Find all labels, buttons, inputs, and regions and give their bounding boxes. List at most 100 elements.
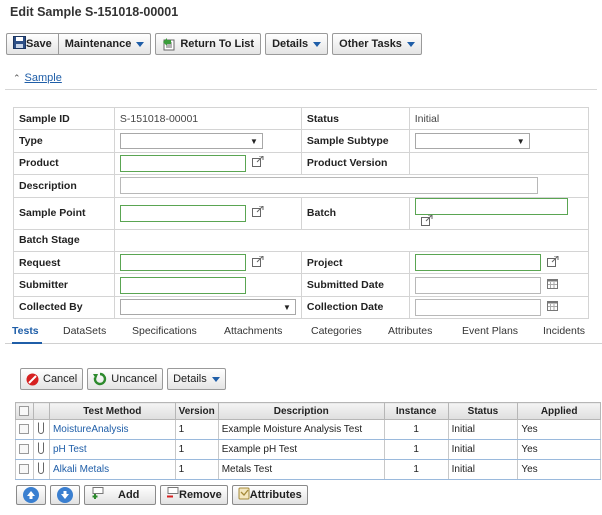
table-row[interactable]: MoistureAnalysis 1 Example Moisture Anal…: [15, 419, 601, 440]
sample-id-value: S-151018-00001: [113, 106, 302, 131]
column-header[interactable]: Version: [174, 402, 219, 420]
sample-form: Sample ID S-151018-00001 Status Initial …: [13, 106, 590, 320]
details-label: Details: [272, 38, 309, 50]
cancel-label: Cancel: [43, 373, 78, 385]
tab-incidents[interactable]: Incidents: [543, 325, 585, 337]
tests-details-dropdown[interactable]: Details: [167, 368, 226, 390]
return-to-list-button[interactable]: Return To List: [155, 33, 262, 55]
tab-datasets[interactable]: DataSets: [63, 325, 106, 337]
collection-date-input[interactable]: [414, 298, 541, 316]
return-to-list-label: Return To List: [180, 38, 255, 50]
sample-section-toggle[interactable]: ⌃ Sample: [13, 72, 62, 84]
page-title: Edit Sample S-151018-00001: [10, 5, 179, 19]
collected-by-label: Collected By: [13, 295, 115, 320]
uncancel-button[interactable]: Uncancel: [87, 368, 164, 390]
tab-attachments[interactable]: Attachments: [224, 325, 282, 337]
batch-stage-value: [113, 228, 590, 252]
move-down-button[interactable]: [50, 485, 80, 505]
submitted-date-input[interactable]: [414, 276, 541, 294]
open-link-icon[interactable]: [546, 255, 559, 270]
tests-toolbar: Cancel Uncancel Details: [20, 368, 226, 390]
submitted-date-label: Submitted Date: [300, 273, 410, 297]
row-checkbox[interactable]: [19, 424, 30, 435]
return-list-icon: [162, 37, 176, 51]
test-method-link[interactable]: pH Test: [48, 439, 176, 460]
row-icon-cell: [32, 419, 50, 440]
test-method-link[interactable]: Alkali Metals: [48, 459, 176, 480]
cancel-button[interactable]: Cancel: [20, 368, 84, 390]
tests-details-label: Details: [173, 373, 207, 385]
project-label: Project: [300, 250, 410, 275]
test-method-link[interactable]: MoistureAnalysis: [48, 419, 176, 440]
table-row[interactable]: Alkali Metals 1 Metals Test 1 Initial Ye…: [15, 459, 601, 480]
chevron-down-icon: ▼: [282, 302, 291, 312]
tab-tests[interactable]: Tests: [12, 325, 39, 337]
tab-specifications[interactable]: Specifications: [132, 325, 197, 337]
batch-label: Batch: [300, 196, 410, 230]
request-label: Request: [13, 250, 115, 275]
sample-point-input[interactable]: [119, 204, 246, 222]
other-tasks-label: Other Tasks: [339, 38, 402, 50]
description-input[interactable]: [119, 177, 538, 195]
open-link-icon[interactable]: [251, 205, 264, 220]
save-button[interactable]: Save: [7, 34, 58, 54]
chevron-down-icon: [406, 41, 415, 47]
sample-section-header: ⌃ Sample: [5, 66, 597, 90]
row-checkbox[interactable]: [19, 444, 30, 455]
calendar-icon[interactable]: [546, 278, 558, 292]
sample-point-label: Sample Point: [13, 196, 115, 230]
tab-categories[interactable]: Categories: [311, 325, 362, 337]
column-header[interactable]: Instance: [383, 402, 449, 420]
maintenance-dropdown[interactable]: Maintenance: [59, 34, 151, 54]
column-header[interactable]: Applied: [517, 402, 601, 420]
column-header[interactable]: Status: [447, 402, 519, 420]
product-label: Product: [13, 151, 115, 176]
open-link-icon[interactable]: [251, 155, 264, 170]
open-link-icon[interactable]: [251, 255, 264, 270]
collected-by-select[interactable]: ▼: [119, 299, 296, 316]
request-input[interactable]: [119, 254, 246, 272]
type-select[interactable]: ▼: [119, 133, 263, 150]
batch-input[interactable]: [414, 197, 568, 215]
product-version-value: [408, 151, 590, 176]
open-link-icon[interactable]: [420, 214, 433, 229]
project-input[interactable]: [414, 254, 541, 272]
attributes-button[interactable]: Attributes: [231, 485, 308, 505]
sample-id-label: Sample ID: [13, 106, 115, 131]
test-tube-icon: [37, 462, 45, 477]
detail-tabs: Tests DataSets Specifications Attachment…: [5, 322, 602, 344]
tests-table: Test Method Version Description Instance…: [15, 402, 601, 480]
sample-subtype-select[interactable]: ▼: [414, 133, 530, 150]
add-button[interactable]: Add: [84, 485, 156, 505]
status-cell: Initial: [447, 439, 519, 460]
test-tube-icon: [37, 442, 45, 457]
remove-button[interactable]: Remove: [160, 485, 228, 505]
column-header[interactable]: Test Method: [48, 402, 176, 420]
main-toolbar: Save Maintenance Return To List Details …: [6, 33, 422, 55]
status-cell: Initial: [447, 419, 519, 440]
calendar-icon[interactable]: [546, 300, 558, 314]
tab-attributes[interactable]: Attributes: [388, 325, 432, 337]
details-dropdown[interactable]: Details: [265, 33, 329, 55]
save-label: Save: [26, 38, 52, 50]
tab-event-plans[interactable]: Event Plans: [462, 325, 518, 337]
description-cell: Example pH Test: [217, 439, 385, 460]
select-all-checkbox[interactable]: [19, 405, 30, 416]
select-all-column: [15, 402, 34, 420]
chevron-down-icon: ▼: [249, 136, 258, 146]
section-label: Sample: [24, 72, 62, 84]
attributes-label: Attributes: [249, 489, 302, 501]
table-row[interactable]: pH Test 1 Example pH Test 1 Initial Yes: [15, 439, 601, 460]
add-row-icon: [91, 487, 104, 503]
version-cell: 1: [174, 459, 219, 480]
move-up-button[interactable]: [16, 485, 46, 505]
chevron-down-icon: ▼: [516, 136, 525, 146]
product-input[interactable]: [119, 154, 246, 172]
other-tasks-dropdown[interactable]: Other Tasks: [332, 33, 422, 55]
status-cell: Initial: [447, 459, 519, 480]
submitter-input[interactable]: [119, 276, 246, 294]
row-checkbox[interactable]: [19, 464, 30, 475]
column-header[interactable]: Description: [217, 402, 385, 420]
description-cell: Example Moisture Analysis Test: [217, 419, 385, 440]
arrow-up-icon: [23, 487, 39, 503]
